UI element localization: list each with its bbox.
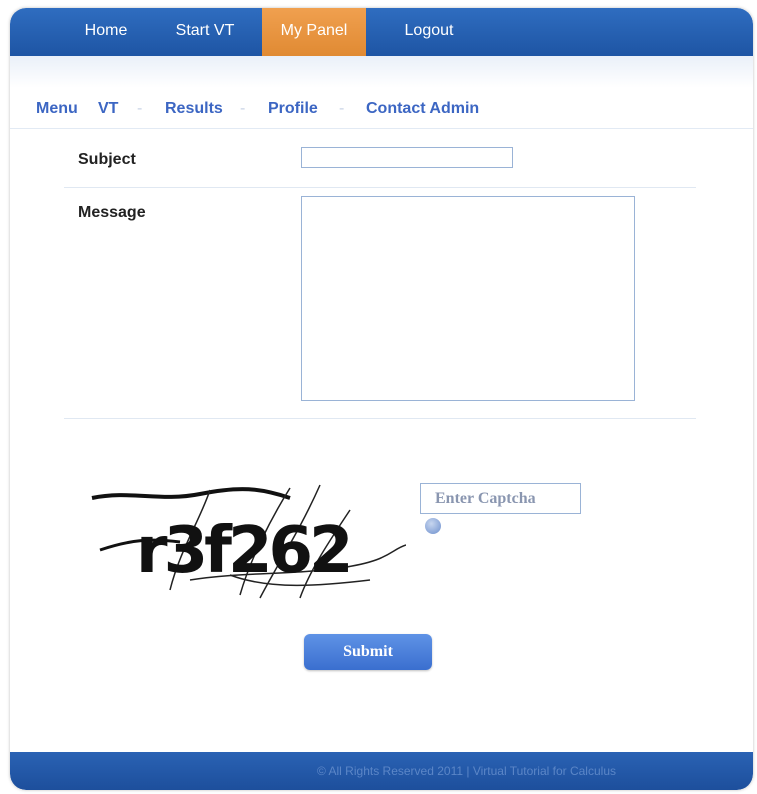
submenu-separator: -: [137, 100, 143, 117]
submenu-contact-admin[interactable]: Contact Admin: [366, 100, 479, 118]
subject-input[interactable]: [301, 147, 513, 168]
captcha-image: r3f262: [91, 484, 406, 599]
message-label: Message: [78, 204, 146, 221]
nav-home[interactable]: Home: [76, 8, 136, 56]
submenu-vt[interactable]: VT: [98, 100, 118, 118]
top-nav: Home Start VT My Panel Logout: [10, 8, 753, 56]
submenu-menu[interactable]: Menu: [36, 100, 78, 118]
sub-menu: Menu VT - Results - Profile - Contact Ad…: [10, 92, 753, 129]
nav-start-vt[interactable]: Start VT: [162, 8, 248, 56]
footer: © All Rights Reserved 2011 | Virtual Tut…: [10, 752, 753, 790]
nav-my-panel[interactable]: My Panel: [262, 8, 366, 56]
submenu-separator: -: [339, 100, 345, 117]
submenu-results[interactable]: Results: [165, 100, 223, 118]
footer-text: © All Rights Reserved 2011 | Virtual Tut…: [317, 764, 616, 778]
captcha-text: r3f262: [136, 514, 350, 588]
refresh-icon[interactable]: [425, 518, 441, 534]
page-frame: Home Start VT My Panel Logout Menu VT - …: [10, 8, 753, 790]
submenu-profile[interactable]: Profile: [268, 100, 318, 118]
submenu-separator: -: [240, 100, 246, 117]
header-glow: [10, 56, 753, 88]
divider: [64, 187, 696, 188]
captcha-input[interactable]: [420, 483, 581, 514]
message-textarea[interactable]: [301, 196, 635, 401]
nav-logout[interactable]: Logout: [394, 8, 464, 56]
divider: [64, 418, 696, 419]
submit-button[interactable]: Submit: [304, 634, 432, 670]
subject-label: Subject: [78, 151, 136, 168]
